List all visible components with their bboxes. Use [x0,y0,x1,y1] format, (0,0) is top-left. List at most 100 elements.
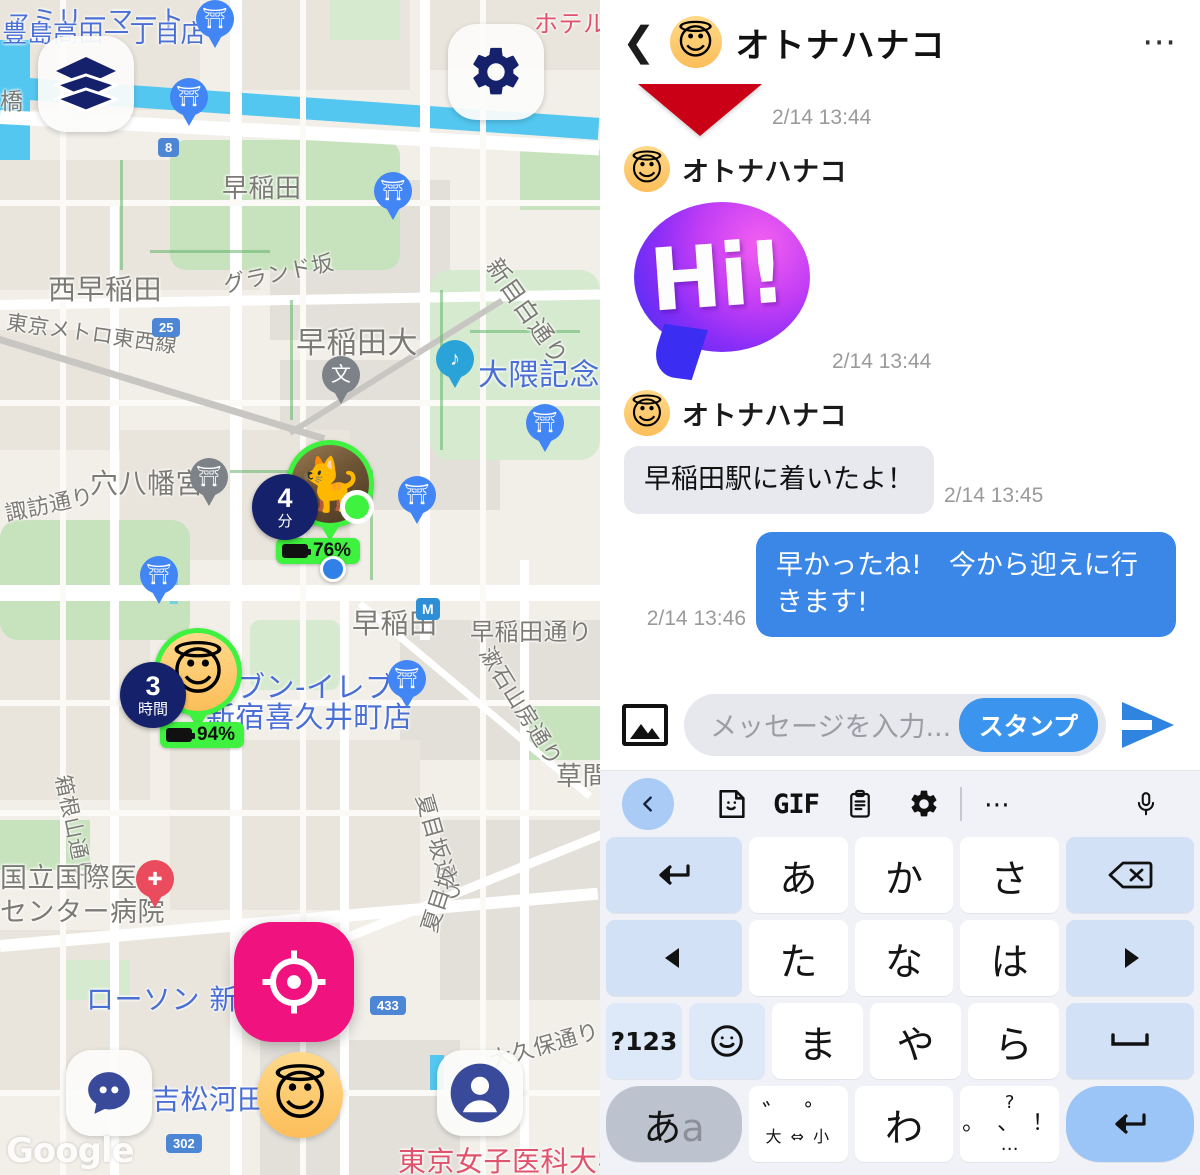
torii-pin[interactable]: ⛩ [526,404,564,454]
key-wa[interactable]: わ [854,1086,954,1162]
sticker-icon[interactable] [700,778,764,830]
torii-pin[interactable]: ⛩ [170,78,208,128]
dakuten-sublabel: 大 ⇔ 小 [765,1127,832,1147]
key-a[interactable]: あ [749,837,848,913]
battery-icon [166,728,195,742]
dakuten-key[interactable]: ゛ ゜ 大 ⇔ 小 [749,1086,848,1162]
page-title: オトナハナコ [735,25,946,66]
online-dot [340,490,374,524]
send-icon[interactable] [1122,701,1178,748]
map-layers-button[interactable] [38,36,134,132]
message-timestamp: 2/14 13:44 [832,350,932,373]
punct-mid: 。 、 ！ [962,1111,1058,1137]
time-value: 3 [145,671,161,701]
station-marker: M [416,598,440,620]
message-row-incoming[interactable]: 早稲田駅に着いたよ！ 2/14 13:45 [624,446,1176,515]
route-shield: 8 [158,138,180,157]
cursor-left-key[interactable] [606,920,742,996]
enter-key[interactable] [1066,1086,1195,1162]
message-timestamp: 2/14 13:44 [772,106,872,129]
image-picker-icon[interactable] [622,703,668,746]
music-pin[interactable]: ♪ [436,340,474,390]
route-shield: 433 [370,996,406,1015]
cursor-right-key[interactable] [1066,920,1195,996]
user-marker-cat[interactable]: 🐈 4 分 76% [252,440,374,564]
crosshair-icon [262,950,326,1014]
time-unit: 分 [277,513,293,530]
torii-pin[interactable]: ⛩ [190,458,228,508]
battery-badge: 76% [276,538,361,564]
clipboard-icon[interactable] [828,778,892,830]
torii-pin[interactable]: ⛩ [398,476,436,526]
punct-top: ? [1004,1091,1015,1113]
image-thumbnail [638,84,762,136]
map-pane[interactable]: ァミリーマート 豊島高田一丁目店 ホテル 橋 早稲田 西早稲田 グランド坂 新目… [0,0,600,1175]
backspace-key[interactable] [1066,837,1195,913]
chat-nav-button[interactable] [66,1050,152,1136]
punctuation-key[interactable]: ? 。 、 ！ … [960,1086,1060,1162]
hospital-pin[interactable]: ✚ [136,860,174,910]
message-input-placeholder: メッセージを入力... [710,712,952,743]
key-ya[interactable]: や [870,1003,961,1079]
message-sender: 😇 オトナハナコ [624,390,1176,436]
space-key[interactable] [1066,1003,1194,1079]
microphone-icon[interactable] [1114,778,1178,830]
key-na[interactable]: な [854,920,954,996]
key-ka[interactable]: か [854,837,954,913]
keyboard-rows: あ か さ た な は ?123 ま や ら あa ゛ ゜ 大 ⇔ 小 わ ? … [600,837,1200,1162]
message-bubble: 早稲田駅に着いたよ！ [624,446,934,515]
key-ra[interactable]: ら [968,1003,1059,1079]
more-icon[interactable]: ⋯ [966,778,1030,830]
punct-bottom: … [1000,1133,1019,1155]
user-marker-person[interactable]: 😇 3 時間 94% [120,628,245,748]
sender-name: オトナハナコ [682,156,847,188]
layers-icon [54,57,118,113]
key-sa[interactable]: さ [960,837,1060,913]
emoji-key[interactable] [689,1003,765,1079]
key-ta[interactable]: た [749,920,848,996]
sticker-button[interactable]: スタンプ [958,697,1098,752]
gif-icon[interactable]: GIF [764,778,828,830]
torii-pin[interactable]: ⛩ [140,556,178,606]
keyboard-toolbar: GIF ⋯ [600,771,1200,837]
keyboard-row: あ か さ [606,837,1195,913]
app-root: ァミリーマート 豊島高田一丁目店 ホテル 橋 早稲田 西早稲田 グランド坂 新目… [0,0,1200,1175]
gear-icon[interactable] [892,778,956,830]
recenter-button[interactable] [234,922,354,1042]
keyboard-row: た な は [606,920,1195,996]
map-user-avatar[interactable]: 😇 [257,1052,343,1138]
keyboard-row: ?123 ま や ら [606,1003,1194,1079]
profile-nav-button[interactable] [437,1050,523,1136]
battery-level: 94% [197,724,236,745]
undo-key[interactable] [606,837,742,913]
torii-pin[interactable]: ⛩ [388,660,426,710]
map-settings-button[interactable] [448,24,544,120]
message-input[interactable]: メッセージを入力... スタンプ [684,693,1106,756]
message-timestamp: 2/14 13:46 [646,607,746,631]
message-row-outgoing[interactable]: 2/14 13:46 早かったね! 今から迎えに行きます! [624,532,1176,638]
keyboard-row: あa ゛ ゜ 大 ⇔ 小 わ ? 。 、 ！ … [606,1086,1195,1162]
symbols-key[interactable]: ?123 [606,1003,682,1079]
back-chevron-icon[interactable]: ❮ [622,22,656,62]
more-options-icon[interactable]: ⋯ [1142,24,1178,59]
input-mode-key[interactable]: あa [606,1086,742,1162]
message-input-bar: メッセージを入力... スタンプ [600,679,1200,771]
person-icon [450,1063,510,1123]
gear-icon [473,47,519,95]
torii-pin[interactable]: ⛩ [374,172,412,222]
avatar: 😇 [624,390,670,436]
hi-sticker[interactable]: Hi! [624,202,822,381]
message-sticker[interactable]: Hi! 2/14 13:44 [624,202,1176,381]
school-pin[interactable]: 文 [322,356,360,406]
message-bubble: 早かったね! 今から迎えに行きます! [756,532,1176,638]
location-dot [320,556,346,582]
torii-pin[interactable]: ⛩ [196,0,234,50]
message-image-partial[interactable]: 2/14 13:44 [624,84,1176,136]
key-ma[interactable]: ま [772,1003,863,1079]
chat-pane: ❮ 😇 オトナハナコ ⋯ 2/14 13:44 😇 オトナハナコ Hi! 2/1… [600,0,1200,1175]
kb-back-button[interactable] [622,778,674,830]
key-ha[interactable]: は [960,920,1060,996]
dakuten-marks: ゛ ゜ [762,1099,835,1130]
virtual-keyboard[interactable]: GIF ⋯ あ か さ た な は ?123 ま や ら あa ゛ ゜ 大 ⇔ … [600,771,1200,1175]
message-list[interactable]: 2/14 13:44 😇 オトナハナコ Hi! 2/14 13:44 😇 オトナ… [600,84,1200,679]
